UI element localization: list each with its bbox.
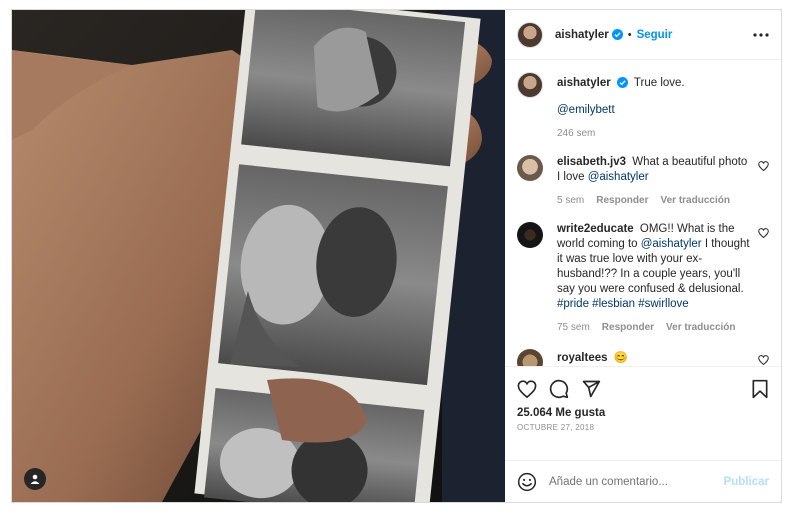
comment-age: 5 sem [557,195,585,206]
commenter-username[interactable]: royaltees [557,352,608,364]
emoji-icon[interactable] [517,472,537,492]
commenter-avatar[interactable] [517,222,543,248]
commenter-avatar[interactable] [517,349,543,366]
post-date: OCTUBRE 27, 2018 [517,423,595,432]
hashtag-link[interactable]: #lesbian [592,298,635,310]
caption-avatar[interactable] [517,72,543,98]
comment-item: elisabeth.jv3 What a beautiful photo I l… [517,155,769,208]
hashtag-link[interactable]: #pride [557,298,589,310]
author-avatar[interactable] [517,21,543,48]
post-actions: 25.064 Me gusta OCTUBRE 27, 2018 [505,366,781,460]
commenter-username[interactable]: elisabeth.jv3 [557,156,626,168]
comment-age: 75 sem [557,322,590,333]
follow-button[interactable]: Seguir [637,29,673,41]
user-tag-icon [30,474,40,484]
more-options-icon [753,32,769,37]
comment-item: royaltees 😊 [517,349,769,366]
reply-button[interactable]: Responder [602,320,654,335]
comment-like-icon[interactable] [758,355,769,365]
translate-button[interactable]: Ver traducción [660,193,729,208]
publish-button[interactable]: Publicar [724,476,769,488]
caption-username[interactable]: aishatyler [557,77,611,89]
comment-like-icon[interactable] [758,161,769,171]
author-username[interactable]: aishatyler [555,29,609,41]
bookmark-icon [752,379,768,399]
user-tag-button[interactable] [24,468,46,490]
caption-mention[interactable]: @emilybett [557,104,615,116]
like-button[interactable] [517,380,537,398]
separator-dot: • [627,28,632,41]
hashtag-link[interactable]: #swirllove [638,298,689,310]
post-header: aishatyler • Seguir [505,10,781,60]
comment-like-icon[interactable] [758,228,769,238]
comment-mention[interactable]: @aishatyler [641,238,702,250]
likes-count[interactable]: 25.064 Me gusta [517,407,769,419]
translate-button[interactable]: Ver traducción [666,320,735,335]
comments-list[interactable]: aishatyler True love. @emilybett 246 sem… [505,60,781,366]
share-icon [582,380,601,398]
more-options-button[interactable] [753,32,769,37]
caption-text: True love. [633,77,685,89]
photobooth-strip-image [12,10,505,502]
post-photo[interactable] [12,10,505,502]
comment-button[interactable] [549,379,569,399]
save-button[interactable] [751,379,769,399]
heart-icon [517,380,537,398]
verified-badge-icon [611,29,623,40]
reply-button[interactable]: Responder [596,193,648,208]
share-button[interactable] [581,379,601,399]
comment-icon [549,379,569,399]
post-dialog: aishatyler • Seguir aishatyler True love… [11,9,782,503]
comment-composer: Publicar [505,460,781,502]
post-side-panel: aishatyler • Seguir aishatyler True love… [505,10,781,502]
caption: aishatyler True love. @emilybett 246 sem [517,72,769,141]
comment-text: 😊 [613,352,629,364]
commenter-username[interactable]: write2educate [557,223,634,235]
commenter-avatar[interactable] [517,155,543,181]
verified-badge-icon [616,77,628,88]
comment-mention[interactable]: @aishatyler [588,171,649,183]
comment-input[interactable] [549,475,724,488]
caption-age: 246 sem [557,128,596,139]
comment-item: write2educate OMG!! What is the world co… [517,222,769,335]
